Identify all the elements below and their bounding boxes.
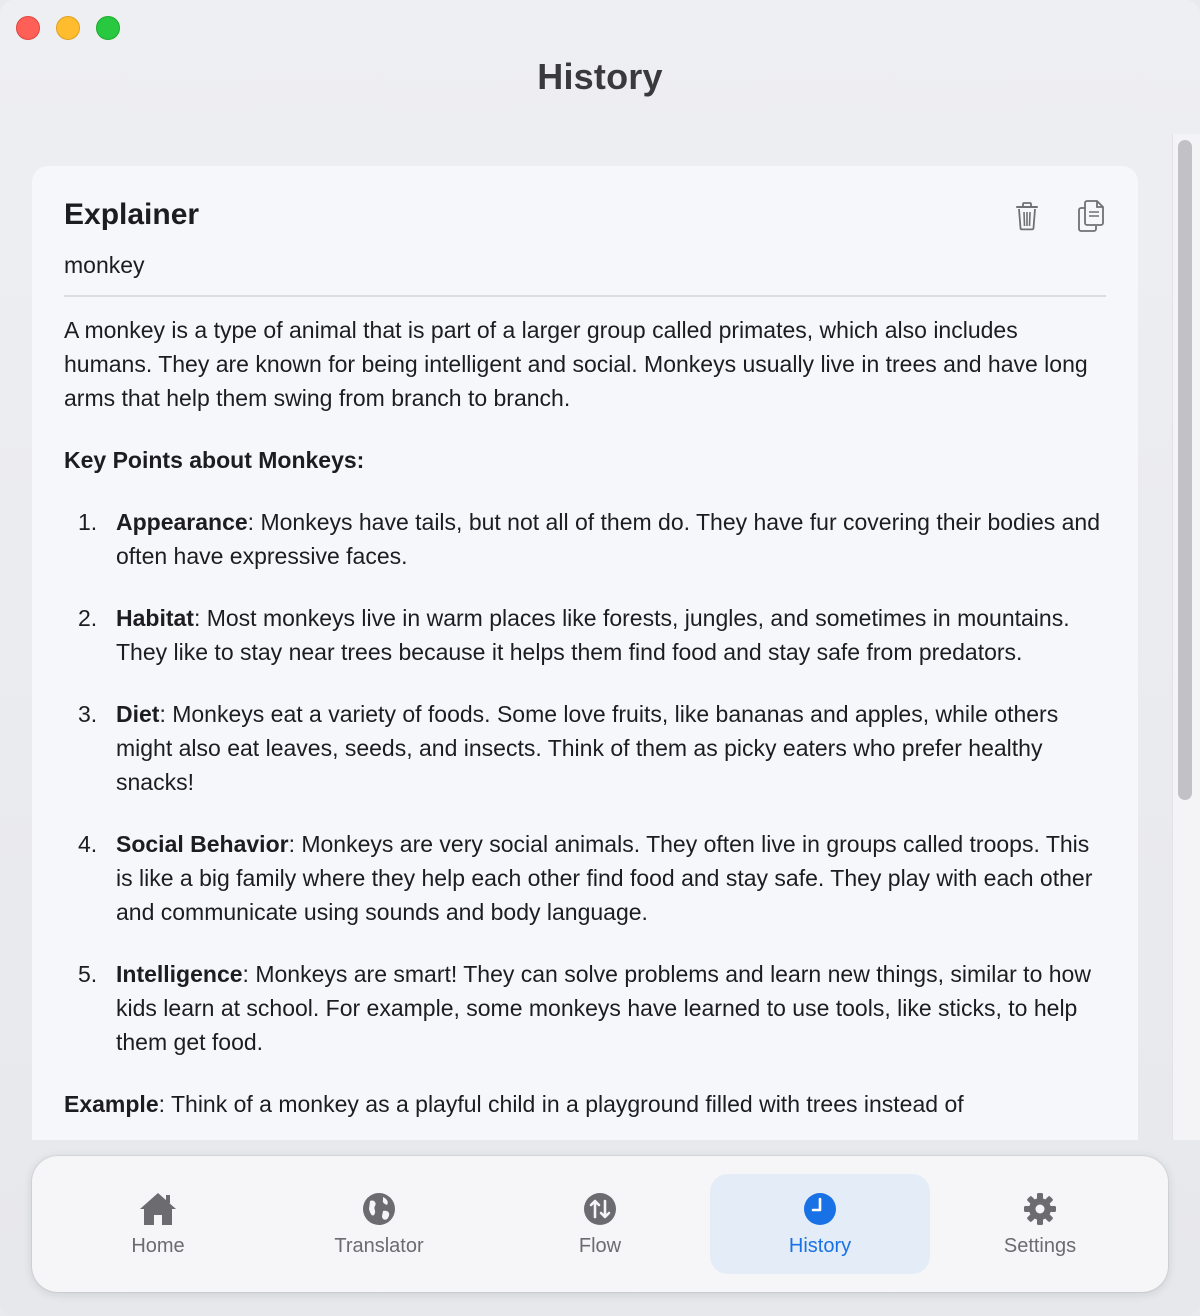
copy-button[interactable] <box>1076 198 1106 234</box>
tab-history[interactable]: History <box>710 1174 930 1274</box>
house-icon <box>138 1191 178 1227</box>
card-header: Explainer <box>64 198 1106 238</box>
card-actions <box>1012 198 1106 234</box>
list-item-text: : Monkeys eat a variety of foods. Some l… <box>116 701 1059 795</box>
clock-icon <box>802 1191 838 1227</box>
tab-translator[interactable]: Translator <box>269 1174 489 1274</box>
globe-icon <box>361 1191 397 1227</box>
list-item: 4. Social Behavior: Monkeys are very soc… <box>64 827 1106 929</box>
list-item-text: : Monkeys have tails, but not all of the… <box>116 509 1101 569</box>
tab-label: Home <box>131 1234 185 1257</box>
history-card: Explainer monkey A monkey is a type of a… <box>32 166 1138 1140</box>
minimize-window-button[interactable] <box>56 16 80 40</box>
tab-settings[interactable]: Settings <box>930 1174 1150 1274</box>
list-item-term: Social Behavior <box>116 831 289 857</box>
list-item-text: : Most monkeys live in warm places like … <box>116 605 1070 665</box>
list-item: 5. Intelligence: Monkeys are smart! They… <box>64 957 1106 1059</box>
tab-flow[interactable]: Flow <box>490 1174 710 1274</box>
divider <box>64 295 1106 297</box>
list-item-term: Diet <box>116 701 160 727</box>
close-window-button[interactable] <box>16 16 40 40</box>
list-item-number: 2. <box>78 605 98 631</box>
gear-icon <box>1022 1191 1058 1227</box>
tab-label: Flow <box>578 1234 622 1257</box>
list-item-number: 3. <box>78 701 98 727</box>
list-item-term: Habitat <box>116 605 194 631</box>
tab-label: Settings <box>1003 1234 1077 1257</box>
list-item-number: 1. <box>78 509 98 535</box>
example-text: : Think of a monkey as a playful child i… <box>158 1091 964 1117</box>
history-scroll-area[interactable]: Explainer monkey A monkey is a type of a… <box>0 134 1200 1140</box>
trash-icon <box>1016 202 1038 231</box>
list-item: 3. Diet: Monkeys eat a variety of foods.… <box>64 697 1106 799</box>
app-window: History Explainer monkey A monkey is a t… <box>0 0 1200 1316</box>
example-paragraph: Example: Think of a monkey as a playful … <box>64 1087 1106 1121</box>
tab-bar: Home Translator Flow History Settings <box>32 1156 1168 1292</box>
list-item: 1. Appearance: Monkeys have tails, but n… <box>64 505 1106 573</box>
list-item-number: 5. <box>78 961 98 987</box>
delete-button[interactable] <box>1012 198 1042 234</box>
arrows-updown-icon <box>582 1191 618 1227</box>
card-query: monkey <box>64 252 145 278</box>
copy-icon <box>1078 200 1104 232</box>
window-controls <box>16 16 120 40</box>
intro-paragraph: A monkey is a type of animal that is par… <box>64 317 1088 411</box>
tab-home[interactable]: Home <box>48 1174 268 1274</box>
tab-label: History <box>788 1234 852 1257</box>
key-points-heading: Key Points about Monkeys: <box>64 447 365 473</box>
zoom-window-button[interactable] <box>96 16 120 40</box>
list-item-number: 4. <box>78 831 98 857</box>
list-item-term: Intelligence <box>116 961 243 987</box>
card-title: Explainer <box>64 198 200 231</box>
explanation-content: A monkey is a type of animal that is par… <box>64 313 1106 1121</box>
list-item: 2. Habitat: Most monkeys live in warm pl… <box>64 601 1106 669</box>
page-title: History <box>537 56 663 97</box>
example-term: Example <box>64 1091 159 1117</box>
tab-label: Translator <box>334 1234 424 1257</box>
list-item-text: : Monkeys are smart! They can solve prob… <box>116 961 1091 1055</box>
scrollbar-thumb[interactable] <box>1178 140 1192 800</box>
key-points-list: 1. Appearance: Monkeys have tails, but n… <box>64 505 1106 1059</box>
list-item-term: Appearance <box>116 509 248 535</box>
